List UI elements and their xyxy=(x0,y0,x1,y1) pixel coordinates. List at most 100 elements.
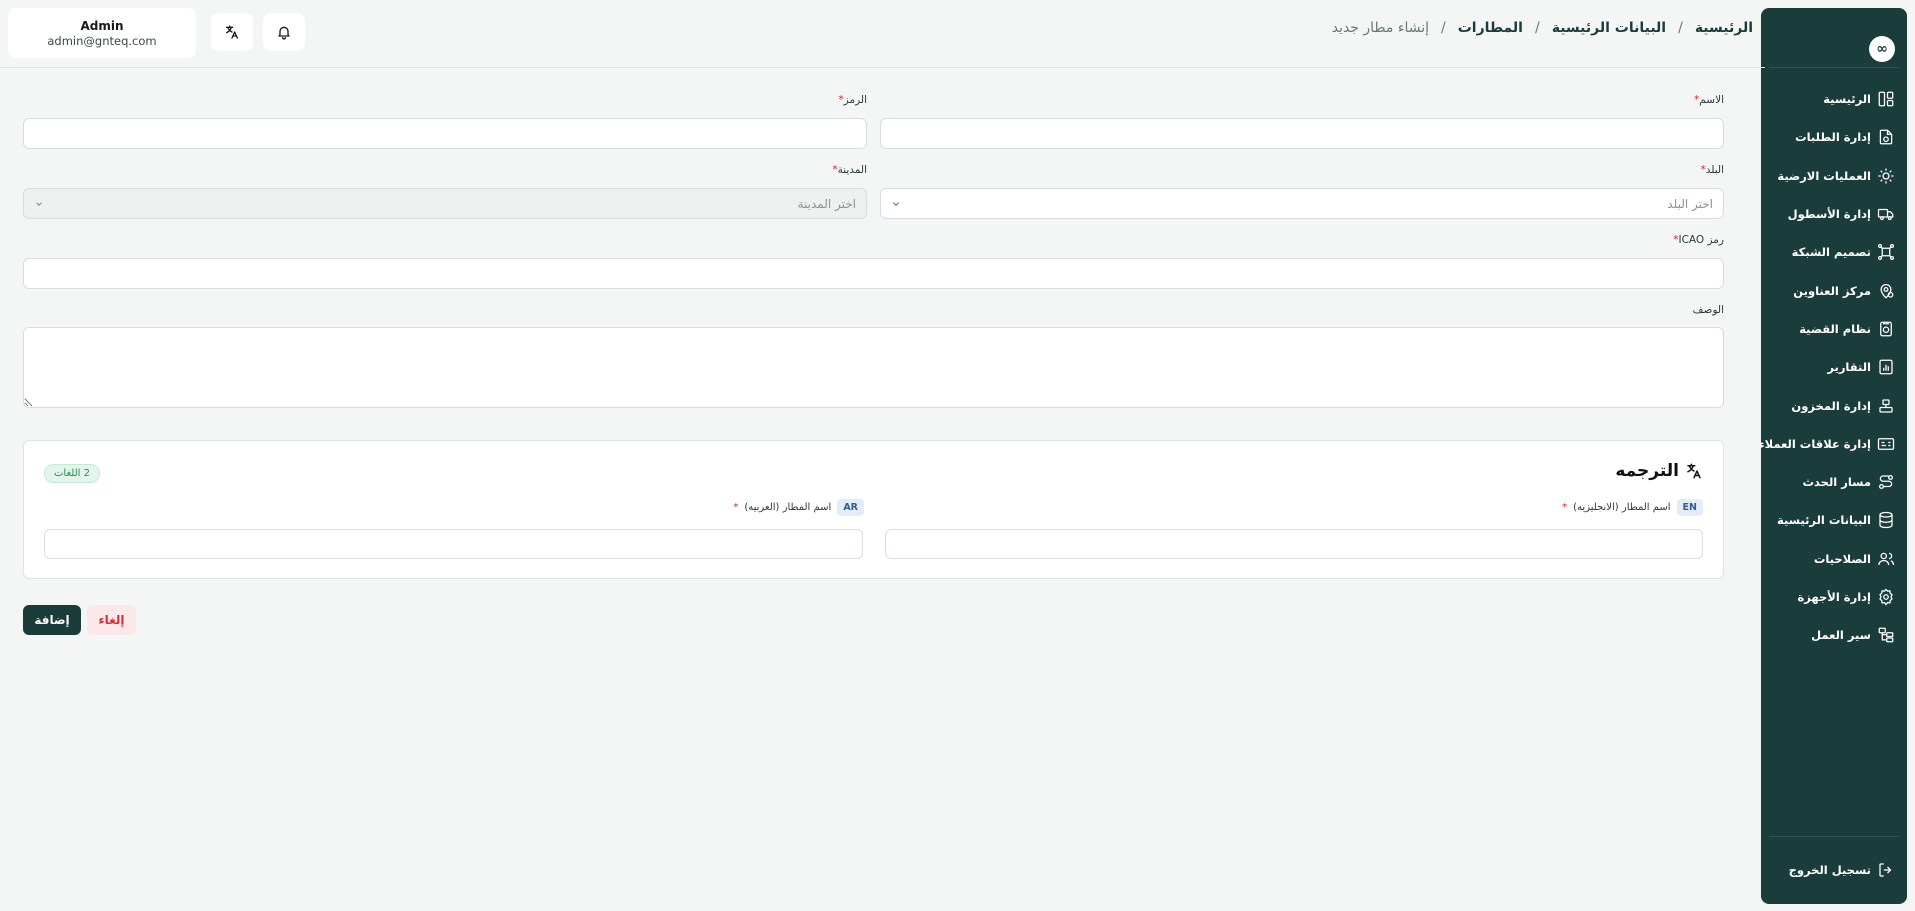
sidebar-item-label: سير العمل xyxy=(1811,628,1871,643)
icao-input[interactable] xyxy=(23,258,1724,289)
sidebar-item-case-system[interactable]: نظام القضية xyxy=(1761,310,1907,348)
icao-label: رمز ICAO* xyxy=(1671,234,1724,246)
breadcrumb-separator: / xyxy=(1534,20,1540,36)
translate-icon xyxy=(226,25,238,39)
sidebar-item-label: إدارة علاقات العملاء xyxy=(1758,436,1871,451)
route-icon xyxy=(1878,475,1894,490)
sidebar-item-crm[interactable]: إدارة علاقات العملاء xyxy=(1758,425,1907,463)
ground-ops-gear-icon xyxy=(1878,168,1894,184)
logo[interactable]: ∞ xyxy=(1869,36,1895,62)
translation-card: الترجمه 2 اللغات EN اسم المطار (الانجليز… xyxy=(23,440,1724,579)
user-name: Admin xyxy=(80,18,124,33)
city-label: المدينة* xyxy=(830,164,867,176)
truck-icon xyxy=(1877,208,1894,221)
description-textarea[interactable] xyxy=(23,327,1724,408)
city-select-placeholder: اختر المدينة xyxy=(797,196,856,211)
sidebar-item-label: مركز العناوين xyxy=(1793,283,1871,298)
network-icon xyxy=(1878,244,1894,261)
sidebar-item-label: الصلاحيات xyxy=(1813,551,1871,566)
inventory-icon xyxy=(1879,398,1893,413)
description-label: الوصف xyxy=(1693,304,1724,316)
add-button[interactable]: إضافة xyxy=(23,605,81,635)
languages-count-badge: 2 اللغات xyxy=(44,464,100,483)
country-label-text: البلد xyxy=(1705,164,1724,176)
country-select[interactable]: اختر البلد xyxy=(880,188,1724,219)
sidebar-item-fleet[interactable]: إدارة الأسطول xyxy=(1761,195,1907,233)
case-file-icon xyxy=(1880,321,1892,337)
user-profile-card[interactable]: Admin admin@gnteq.com xyxy=(8,8,196,58)
sidebar-item-permissions[interactable]: الصلاحيات xyxy=(1761,540,1907,578)
sidebar: ∞ الرئيسية إدارة الطلبات العمليات الارضي… xyxy=(1758,8,1907,904)
map-pin-icon xyxy=(1880,283,1894,299)
breadcrumb-master-data[interactable]: البيانات الرئيسية xyxy=(1552,20,1666,36)
sidebar-item-label: نظام القضية xyxy=(1799,321,1871,336)
translation-title: الترجمه xyxy=(1615,461,1703,481)
code-input[interactable] xyxy=(23,118,867,149)
airport-name-en-input[interactable] xyxy=(885,529,1703,559)
sidebar-item-label: التقارير xyxy=(1827,360,1871,375)
report-chart-icon xyxy=(1879,359,1893,375)
required-mark: * xyxy=(733,502,739,513)
sidebar-footer: تسجيل الخروج xyxy=(1769,836,1899,904)
breadcrumb-home[interactable]: الرئيسية xyxy=(1695,20,1753,36)
sidebar-item-master-data[interactable]: البيانات الرئيسية xyxy=(1761,501,1907,539)
top-header: Admin admin@gnteq.com الرئيسية / البيانا… xyxy=(0,0,1765,68)
translate-icon xyxy=(1687,463,1701,479)
en-name-label-text: اسم المطار (الانجليزيه) xyxy=(1573,502,1671,513)
sidebar-item-label: إدارة الأسطول xyxy=(1787,207,1871,222)
description-label-text: الوصف xyxy=(1692,304,1724,316)
airport-name-ar-input[interactable] xyxy=(44,529,863,559)
logout-label: تسجيل الخروج xyxy=(1788,863,1871,878)
sidebar-item-reports[interactable]: التقارير xyxy=(1761,348,1907,386)
lang-code-en: EN xyxy=(1676,499,1703,516)
layout-dashboard-icon xyxy=(1878,91,1894,107)
breadcrumb-separator: / xyxy=(1678,20,1683,36)
country-select-placeholder: اختر البلد xyxy=(1667,196,1713,211)
name-input[interactable] xyxy=(880,118,1724,149)
sidebar-item-label: إدارة الطلبات xyxy=(1795,130,1871,145)
sidebar-item-label: البيانات الرئيسية xyxy=(1777,513,1871,528)
sidebar-item-inventory[interactable]: إدارة المخزون xyxy=(1761,386,1907,424)
users-icon xyxy=(1878,552,1895,565)
sidebar-item-ground-ops[interactable]: العمليات الارضية xyxy=(1761,157,1907,195)
code-label-text: الرمز xyxy=(843,94,867,106)
required-mark: * xyxy=(1562,502,1568,513)
sidebar-item-address-center[interactable]: مركز العناوين xyxy=(1761,271,1907,309)
sidebar-item-label: مسار الحدث xyxy=(1802,475,1871,490)
sidebar-item-label: الرئيسية xyxy=(1823,92,1871,107)
sidebar-logo-area: ∞ xyxy=(1769,18,1899,68)
sidebar-item-network-design[interactable]: تصميم الشبكة xyxy=(1761,233,1907,271)
chevron-down-icon xyxy=(893,201,899,206)
language-button[interactable] xyxy=(211,13,253,51)
sidebar-item-orders[interactable]: إدارة الطلبات xyxy=(1761,118,1907,156)
country-label: البلد* xyxy=(1698,164,1724,176)
logout-button[interactable]: تسجيل الخروج xyxy=(1789,851,1899,889)
sidebar-item-home[interactable]: الرئيسية xyxy=(1761,80,1907,118)
city-label-text: المدينة xyxy=(837,164,867,176)
sidebar-item-workflow[interactable]: سير العمل xyxy=(1761,616,1907,654)
code-label: الرمز* xyxy=(836,94,867,106)
breadcrumb: الرئيسية / البيانات الرئيسية / المطارات … xyxy=(1332,20,1753,36)
sidebar-item-event-route[interactable]: مسار الحدث xyxy=(1761,463,1907,501)
ar-name-label: AR اسم المطار (العربيه) * xyxy=(731,499,864,516)
breadcrumb-airports[interactable]: المطارات xyxy=(1458,20,1523,36)
bell-icon xyxy=(278,26,290,40)
city-select[interactable]: اختر المدينة xyxy=(23,188,867,219)
sidebar-item-label: إدارة المخزون xyxy=(1791,398,1871,413)
chevron-down-icon xyxy=(36,201,42,206)
ar-name-label-text: اسم المطار (العربيه) xyxy=(744,502,832,513)
cancel-button[interactable]: إلغاء xyxy=(87,605,136,635)
notifications-button[interactable] xyxy=(263,13,305,51)
logout-icon xyxy=(1879,863,1892,878)
translation-title-text: الترجمه xyxy=(1615,461,1679,481)
order-file-icon xyxy=(1879,130,1893,145)
breadcrumb-current: إنشاء مطار جديد xyxy=(1331,20,1429,36)
sidebar-item-label: تصميم الشبكة xyxy=(1791,245,1871,260)
name-label: الاسم* xyxy=(1692,94,1724,106)
name-label-text: الاسم xyxy=(1699,94,1724,106)
sidebar-item-devices[interactable]: إدارة الأجهزة xyxy=(1761,578,1907,616)
sidebar-item-label: إدارة الأجهزة xyxy=(1797,590,1871,604)
breadcrumb-separator: / xyxy=(1441,20,1446,36)
sidebar-item-label: العمليات الارضية xyxy=(1777,168,1871,183)
lang-code-ar: AR xyxy=(837,499,864,516)
